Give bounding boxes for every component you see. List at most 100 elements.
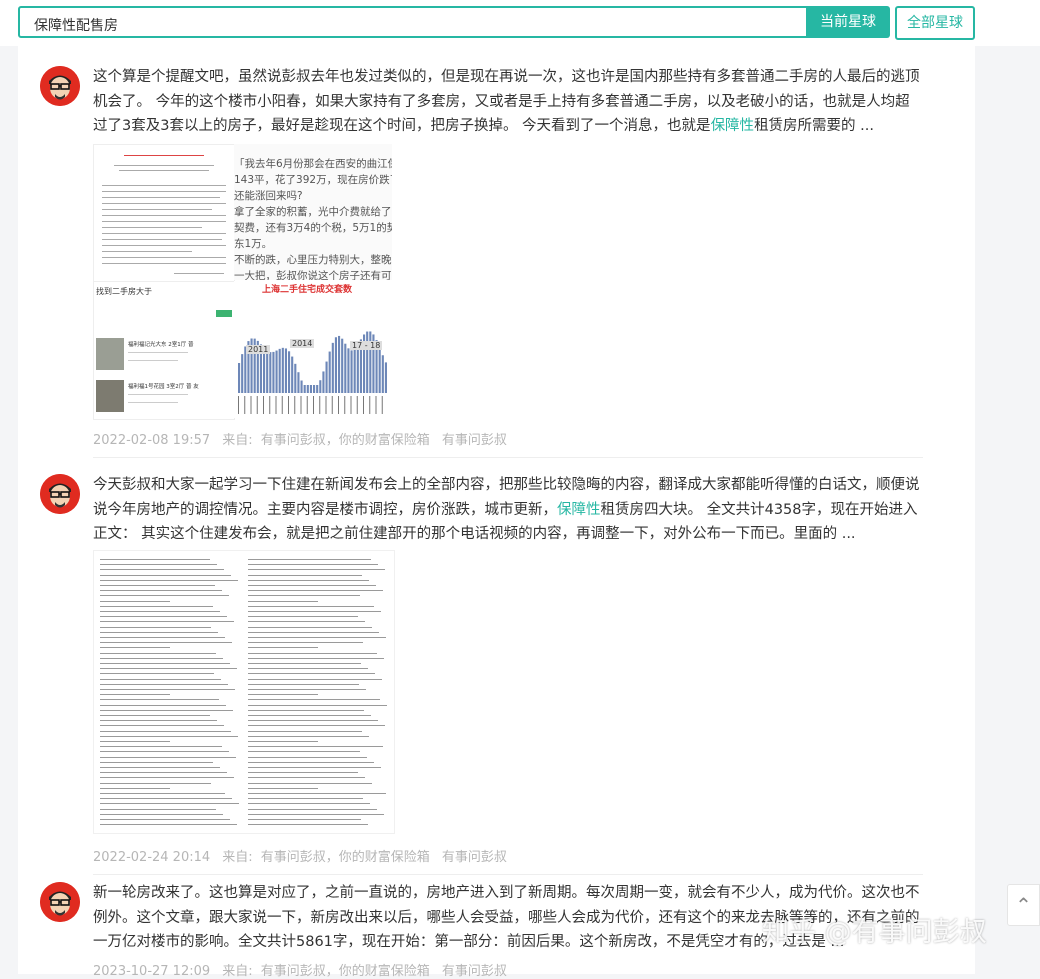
highlighted-keyword: 保障性 — [710, 118, 755, 134]
document-text-line — [100, 772, 227, 774]
all-planets-button[interactable]: 全部星球 — [895, 6, 975, 40]
chart-bar — [353, 348, 356, 393]
chart-tick-label — [375, 396, 377, 414]
document-text-line — [100, 564, 217, 566]
post-image-grid: 「我去年6月份那会在西安的曲江保利 143平，花了392万，现在房价跌了 还能涨… — [93, 144, 393, 420]
document-text-line — [248, 642, 363, 644]
document-text-line — [248, 590, 383, 592]
chart-tick-label — [331, 396, 333, 414]
source-link[interactable]: 有事问彭叔，你的财富保险箱 — [261, 433, 430, 448]
chart-tick-label — [344, 396, 346, 414]
document-text-line — [100, 611, 220, 612]
chart-bar — [275, 350, 278, 393]
document-text-line — [100, 631, 218, 633]
document-text-line — [100, 652, 216, 654]
document-text-line — [100, 761, 213, 763]
document-text-line — [248, 704, 387, 706]
document-text-line — [248, 725, 385, 727]
post-image[interactable] — [93, 144, 235, 282]
document-text-line — [248, 694, 318, 696]
author-link[interactable]: 有事问彭叔 — [442, 964, 507, 979]
document-text-line — [100, 793, 225, 794]
chart-bar — [294, 363, 297, 393]
document-text-line — [248, 746, 383, 748]
document-text-line — [248, 699, 380, 701]
document-text-line — [248, 626, 372, 628]
document-text-line — [100, 819, 230, 820]
chart-bar — [278, 348, 281, 393]
chart-bar — [325, 361, 328, 393]
document-text-line — [100, 683, 228, 685]
document-text-line — [100, 746, 222, 748]
chart-bar — [269, 352, 272, 393]
chart-bar — [350, 350, 353, 393]
chart-bar — [378, 347, 381, 393]
document-text-line — [100, 574, 231, 576]
chart-tick-label — [281, 396, 283, 414]
current-planet-button[interactable]: 当前星球 — [806, 6, 890, 38]
avatar[interactable] — [40, 882, 80, 922]
post-image[interactable]: 上海二手住宅成交套数 2011 2014 17 - 18 — [234, 281, 392, 418]
chart-tick-label — [256, 396, 258, 414]
document-text-line — [100, 642, 232, 644]
chart-tick-label — [319, 396, 321, 414]
post-image[interactable]: 「我去年6月份那会在西安的曲江保利 143平，花了392万，现在房价跌了 还能涨… — [234, 144, 392, 280]
avatar[interactable] — [40, 66, 80, 106]
chart-tick-label — [313, 396, 314, 414]
document-text-line — [100, 647, 170, 649]
search-input[interactable]: 保障性配售房 — [18, 6, 886, 38]
document-text-line — [100, 756, 236, 758]
post-image[interactable] — [93, 550, 395, 834]
document-text-line — [100, 590, 222, 592]
post-date: 2023-10-27 12:09 — [93, 964, 211, 979]
document-text-line — [100, 678, 221, 680]
from-label: 来自: — [222, 964, 253, 979]
chart-bar — [238, 363, 241, 393]
document-text-line — [248, 798, 363, 800]
chart-tick-label — [369, 396, 371, 414]
author-link[interactable]: 有事问彭叔 — [442, 850, 507, 865]
post-excerpt[interactable]: 今天彭叔和大家一起学习一下住建在新闻发布会上的全部内容，把那些比较隐晦的内容，翻… — [93, 473, 923, 547]
source-link[interactable]: 有事问彭叔，你的财富保险箱 — [261, 850, 430, 865]
chart-bar — [347, 348, 350, 393]
post-image[interactable]: 找到二手房大于 福利福记光大东 2室1厅 普 福利福1号花园 3室2厅 普 友 — [93, 281, 235, 420]
document-text-line — [100, 730, 231, 732]
post-excerpt[interactable]: 这个算是个提醒文吧，虽然说彭叔去年也发过类似的，但是现在再说一次，这也许是国内那… — [93, 65, 923, 139]
document-text-line — [248, 751, 360, 753]
document-text-line — [248, 715, 371, 716]
chart-bar — [272, 351, 275, 393]
document-text-line — [248, 793, 386, 794]
document-text-line — [100, 668, 237, 670]
post-meta: 2023-10-27 12:09 来自: 有事问彭叔，你的财富保险箱 有事问彭叔 — [93, 960, 515, 979]
document-text-line — [100, 673, 214, 675]
document-text-line — [100, 559, 210, 560]
listing-item: 福利福1号花园 3室2厅 普 友 — [128, 384, 199, 390]
chart-tick-label — [275, 396, 277, 414]
document-text-line — [100, 725, 224, 727]
document-text-line — [100, 751, 229, 753]
chart-bar — [356, 344, 359, 393]
chart-tick-label — [338, 396, 339, 414]
document-text-line — [248, 813, 384, 815]
document-text-line — [248, 767, 381, 768]
document-text-line — [100, 621, 234, 623]
author-link[interactable]: 有事问彭叔 — [442, 433, 507, 448]
chart-bar — [309, 385, 312, 393]
source-link[interactable]: 有事问彭叔，你的财富保险箱 — [261, 964, 430, 979]
document-text-line — [248, 637, 386, 638]
avatar[interactable] — [40, 474, 80, 514]
chart-bar — [316, 385, 319, 393]
chart-tick-label — [288, 396, 289, 414]
document-text-line — [248, 741, 318, 742]
document-text-line — [100, 569, 224, 571]
chart-tick-label — [325, 396, 327, 414]
back-to-top-button[interactable]: ⌃ — [1007, 884, 1040, 926]
chart-bar — [328, 351, 331, 393]
chart-bar — [281, 347, 284, 393]
post-text-tail: 租赁房所需要的 ... — [754, 118, 874, 134]
search-results-feed: 这个算是个提醒文吧，虽然说彭叔去年也发过类似的，但是现在再说一次，这也许是国内那… — [18, 46, 975, 979]
chart-bar — [266, 350, 269, 393]
chart-label: 2011 — [246, 345, 271, 354]
document-text-line — [248, 735, 369, 737]
document-text-line — [100, 699, 219, 701]
